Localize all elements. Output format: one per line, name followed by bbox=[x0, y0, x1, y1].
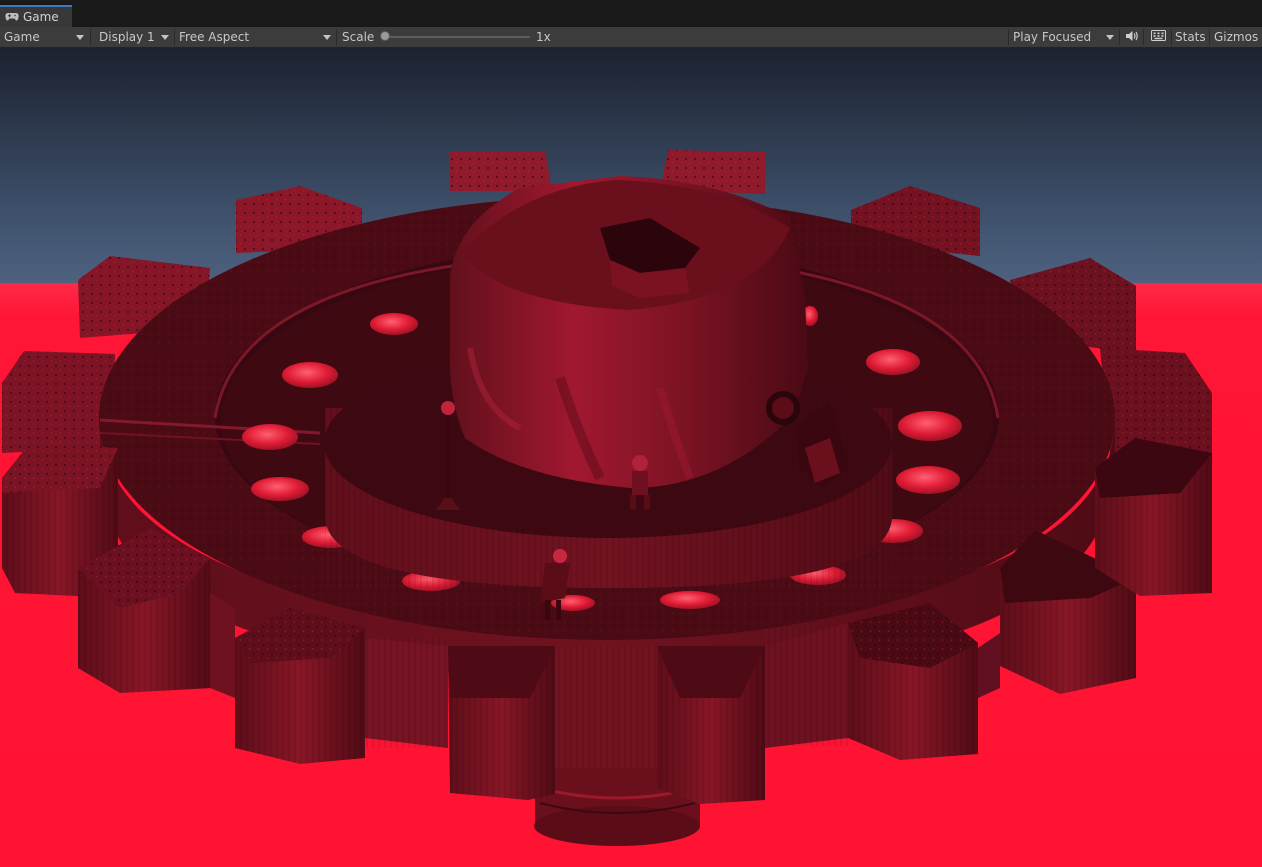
stats-label: Stats bbox=[1175, 30, 1206, 44]
hex-nut bbox=[449, 176, 808, 488]
scale-label-text: Scale bbox=[342, 30, 375, 44]
glowing-pad bbox=[370, 313, 418, 335]
chevron-down-icon bbox=[1106, 35, 1114, 40]
game-view-toolbar: Game Display 1 Free Aspect Scale 1x Play… bbox=[0, 27, 1262, 48]
scale-slider-thumb[interactable] bbox=[380, 31, 390, 41]
glowing-pad bbox=[251, 477, 309, 501]
tab-label: Game bbox=[23, 10, 59, 24]
gear-tooth bbox=[235, 608, 365, 764]
tab-game[interactable]: Game bbox=[0, 5, 72, 27]
aspect-dropdown[interactable]: Free Aspect bbox=[175, 27, 336, 47]
glowing-pad bbox=[896, 466, 960, 494]
play-mode-dropdown[interactable]: Play Focused bbox=[1009, 27, 1119, 47]
divider bbox=[336, 29, 337, 45]
view-mode-dropdown[interactable]: Game bbox=[0, 27, 89, 47]
scale-label: Scale bbox=[342, 27, 374, 47]
divider bbox=[1171, 29, 1172, 45]
gear-tooth bbox=[448, 646, 555, 800]
chevron-down-icon bbox=[76, 35, 84, 40]
gear-tooth bbox=[2, 351, 115, 453]
view-mode-value: Game bbox=[4, 30, 40, 44]
glowing-pad bbox=[660, 591, 720, 609]
gizmos-button[interactable]: Gizmos bbox=[1214, 27, 1258, 47]
glowing-pad bbox=[242, 424, 298, 450]
shortcuts-button[interactable] bbox=[1146, 27, 1170, 47]
stats-button[interactable]: Stats bbox=[1175, 27, 1206, 47]
gear-tooth bbox=[450, 151, 552, 191]
speaker-icon bbox=[1125, 30, 1139, 45]
aspect-value: Free Aspect bbox=[179, 30, 250, 44]
divider bbox=[1209, 29, 1210, 45]
glowing-pad bbox=[898, 411, 962, 441]
glowing-pad bbox=[282, 362, 338, 388]
divider bbox=[90, 29, 91, 45]
scale-value-text: 1x bbox=[536, 30, 551, 44]
gizmos-label: Gizmos bbox=[1214, 30, 1259, 44]
gear-tooth bbox=[657, 646, 765, 804]
play-mode-value: Play Focused bbox=[1013, 30, 1092, 44]
divider bbox=[1119, 29, 1120, 45]
chevron-down-icon bbox=[161, 35, 169, 40]
display-dropdown[interactable]: Display 1 bbox=[95, 27, 174, 47]
scale-value: 1x bbox=[536, 27, 551, 47]
scale-slider-track[interactable] bbox=[386, 36, 530, 38]
chevron-down-icon bbox=[323, 35, 331, 40]
display-value: Display 1 bbox=[99, 30, 155, 44]
gear-tooth bbox=[1095, 438, 1212, 596]
tab-bar: Game bbox=[0, 0, 1262, 28]
scene-render bbox=[0, 48, 1262, 867]
gamepad-icon bbox=[5, 12, 19, 22]
game-viewport[interactable] bbox=[0, 48, 1262, 867]
glowing-pad bbox=[866, 349, 920, 375]
mute-audio-button[interactable] bbox=[1121, 27, 1143, 47]
keyboard-icon bbox=[1150, 30, 1166, 44]
divider bbox=[1143, 29, 1144, 45]
